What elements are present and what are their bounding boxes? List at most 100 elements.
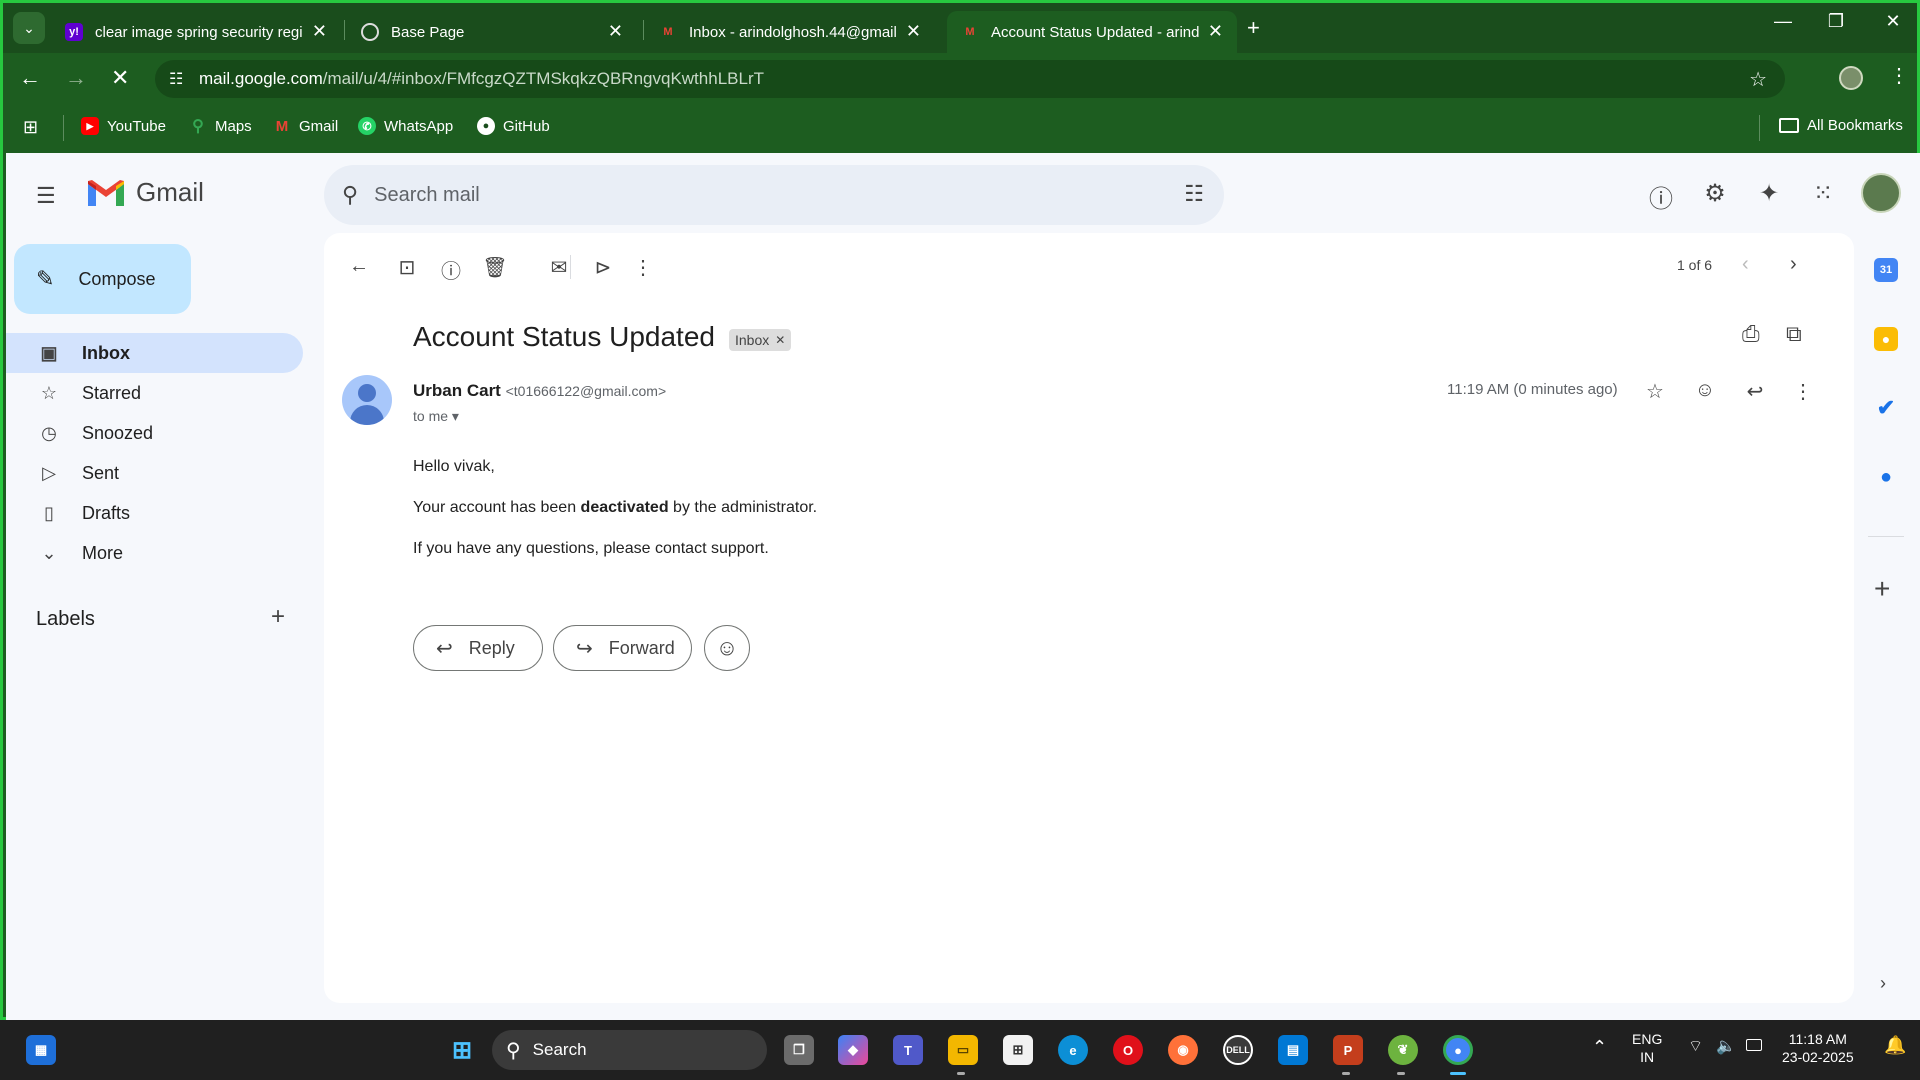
copilot-icon[interactable]: ◆ xyxy=(838,1035,868,1065)
minimize-icon[interactable]: — xyxy=(1763,11,1803,32)
bookmark-youtube[interactable]: ▶ YouTube xyxy=(81,117,166,135)
remove-label-icon[interactable]: ✕ xyxy=(775,333,785,347)
bookmark-gmail[interactable]: M Gmail xyxy=(273,117,338,135)
close-tab-icon[interactable]: ✕ xyxy=(1208,21,1223,42)
clock[interactable]: 11:18 AM 23-02-2025 xyxy=(1782,1030,1854,1066)
tab-title: clear image spring security regi xyxy=(95,23,303,41)
get-addons-icon[interactable]: + xyxy=(1874,573,1890,605)
compose-button[interactable]: ✎ Compose xyxy=(14,244,191,314)
close-tab-icon[interactable]: ✕ xyxy=(906,21,921,42)
chevron-right-icon[interactable]: › xyxy=(1790,253,1797,276)
bookmark-maps[interactable]: ⚲ Maps xyxy=(189,117,252,136)
chevron-up-icon[interactable]: ⌃ xyxy=(1592,1038,1607,1056)
chevron-left-icon[interactable]: ‹ xyxy=(1742,253,1749,276)
search-icon[interactable]: ⚲ xyxy=(342,182,358,208)
close-tab-icon[interactable]: ✕ xyxy=(312,21,327,42)
open-new-window-icon[interactable]: ⧉ xyxy=(1786,321,1802,347)
bookmark-star-icon[interactable]: ☆ xyxy=(1749,67,1767,92)
search-input[interactable]: Search mail xyxy=(374,184,480,207)
restore-icon[interactable]: ❐ xyxy=(1816,11,1856,32)
taskbar-search[interactable]: ⚲ Search xyxy=(492,1030,767,1070)
wifi-icon[interactable]: ⌔ xyxy=(1688,1038,1703,1056)
battery-icon[interactable] xyxy=(1746,1039,1762,1051)
site-info-icon[interactable]: ☷ xyxy=(169,69,189,89)
reply-icon[interactable]: ↩ xyxy=(1742,379,1768,404)
nav-more[interactable]: ⌄ More xyxy=(6,533,303,573)
bookmark-whatsapp[interactable]: ✆ WhatsApp xyxy=(358,117,453,135)
mark-unread-icon[interactable]: ✉ xyxy=(546,255,572,280)
search-options-icon[interactable]: ☷ xyxy=(1184,181,1204,207)
emoji-reaction-button[interactable]: ☺ xyxy=(704,625,750,671)
search-bar[interactable]: ⚲ Search mail ☷ xyxy=(324,165,1224,225)
language-indicator[interactable]: ENG IN xyxy=(1632,1030,1662,1066)
nav-starred[interactable]: ☆ Starred xyxy=(6,373,303,413)
tasks-icon[interactable]: ✔ xyxy=(1874,395,1898,420)
edge-icon[interactable]: e xyxy=(1058,1035,1088,1065)
start-windows-icon[interactable]: ⊞ xyxy=(447,1035,477,1065)
inbox-label-chip[interactable]: Inbox ✕ xyxy=(729,329,792,351)
more-options-icon[interactable]: ⋮ xyxy=(630,255,656,280)
back-to-inbox-icon[interactable]: ← xyxy=(346,255,372,278)
contacts-icon[interactable]: ● xyxy=(1874,465,1898,489)
tab-base-page[interactable]: Base Page ✕ xyxy=(347,11,637,53)
apps-grid-icon[interactable]: ⊞ xyxy=(23,117,38,138)
reply-button[interactable]: ↩ Reply xyxy=(413,625,543,671)
star-icon[interactable]: ☆ xyxy=(1642,379,1668,404)
account-avatar[interactable] xyxy=(1861,173,1901,213)
gmail-logo[interactable]: Gmail xyxy=(86,177,204,208)
forward-icon[interactable]: → xyxy=(65,65,87,91)
new-tab-icon[interactable]: + xyxy=(1247,15,1260,41)
close-tab-icon[interactable]: ✕ xyxy=(608,21,623,42)
apps-grid-icon[interactable]: ⁙ xyxy=(1808,179,1838,208)
nav-drafts[interactable]: ▯ Drafts xyxy=(6,493,303,533)
tab-yahoo[interactable]: y! clear image spring security regi ✕ xyxy=(51,11,341,53)
remote-desktop-icon[interactable]: ▤ xyxy=(1278,1035,1308,1065)
task-view-icon[interactable]: ❐ xyxy=(784,1035,814,1065)
all-bookmarks[interactable]: All Bookmarks xyxy=(1779,117,1903,134)
add-label-icon[interactable]: + xyxy=(271,603,285,631)
back-icon[interactable]: ← xyxy=(19,65,41,91)
calendar-icon[interactable]: 31 xyxy=(1874,258,1898,282)
close-window-icon[interactable]: ✕ xyxy=(1873,11,1913,32)
notifications-icon[interactable]: 🔔 xyxy=(1884,1036,1906,1054)
forward-button[interactable]: ↪ Forward xyxy=(553,625,692,671)
emoji-react-icon[interactable]: ☺ xyxy=(1692,379,1718,402)
tab-account-status[interactable]: M Account Status Updated - arind ✕ xyxy=(947,11,1237,53)
microsoft-store-icon[interactable]: ⊞ xyxy=(1003,1035,1033,1065)
spring-tool-icon[interactable]: ❦ xyxy=(1388,1035,1418,1065)
recipient-toggle[interactable]: to me ▾ xyxy=(413,408,459,425)
nav-sent[interactable]: ▷ Sent xyxy=(6,453,303,493)
nav-inbox[interactable]: ▣ Inbox xyxy=(6,333,303,373)
bookmark-github[interactable]: ● GitHub xyxy=(477,117,550,135)
gemini-sparkle-icon[interactable]: ✦ xyxy=(1754,179,1784,208)
browser-profile-avatar[interactable] xyxy=(1839,66,1863,90)
help-icon[interactable]: ⓘ xyxy=(1646,179,1676,214)
settings-gear-icon[interactable]: ⚙ xyxy=(1700,179,1730,208)
keep-icon[interactable]: ● xyxy=(1874,327,1898,351)
report-spam-icon[interactable]: ⓘ xyxy=(438,255,464,284)
opera-icon[interactable]: O xyxy=(1113,1035,1143,1065)
main-menu-icon[interactable]: ☰ xyxy=(36,183,56,209)
show-side-panel-icon[interactable]: › xyxy=(1880,973,1886,994)
tab-inbox[interactable]: M Inbox - arindolghosh.44@gmail ✕ xyxy=(645,11,935,53)
move-to-icon[interactable]: ⊳ xyxy=(590,255,616,280)
sender-name[interactable]: Urban Cart xyxy=(413,381,501,400)
stop-loading-icon[interactable]: ✕ xyxy=(111,65,129,91)
message-more-icon[interactable]: ⋮ xyxy=(1790,379,1816,404)
delete-icon[interactable]: 🗑 xyxy=(482,255,508,280)
firefox-icon[interactable]: ◉ xyxy=(1168,1035,1198,1065)
chrome-icon[interactable]: ● xyxy=(1443,1035,1473,1065)
widgets-icon[interactable]: ▦ xyxy=(26,1035,56,1065)
nav-snoozed[interactable]: ◷ Snoozed xyxy=(6,413,303,453)
omnibox[interactable]: ☷ mail.google.com/mail/u/4/#inbox/FMfcgz… xyxy=(155,60,1785,98)
print-icon[interactable]: ⎙ xyxy=(1742,321,1760,347)
file-explorer-icon[interactable]: ▭ xyxy=(948,1035,978,1065)
volume-icon[interactable]: 🔈 xyxy=(1716,1038,1736,1056)
tab-search-dropdown[interactable]: ⌄ xyxy=(13,12,45,44)
dell-icon[interactable]: DELL xyxy=(1223,1035,1253,1065)
teams-icon[interactable]: T xyxy=(893,1035,923,1065)
powerpoint-icon[interactable]: P xyxy=(1333,1035,1363,1065)
lang-top: ENG xyxy=(1632,1031,1663,1047)
browser-menu-icon[interactable]: ⋮ xyxy=(1889,63,1909,88)
archive-icon[interactable]: ⊡ xyxy=(394,255,420,280)
